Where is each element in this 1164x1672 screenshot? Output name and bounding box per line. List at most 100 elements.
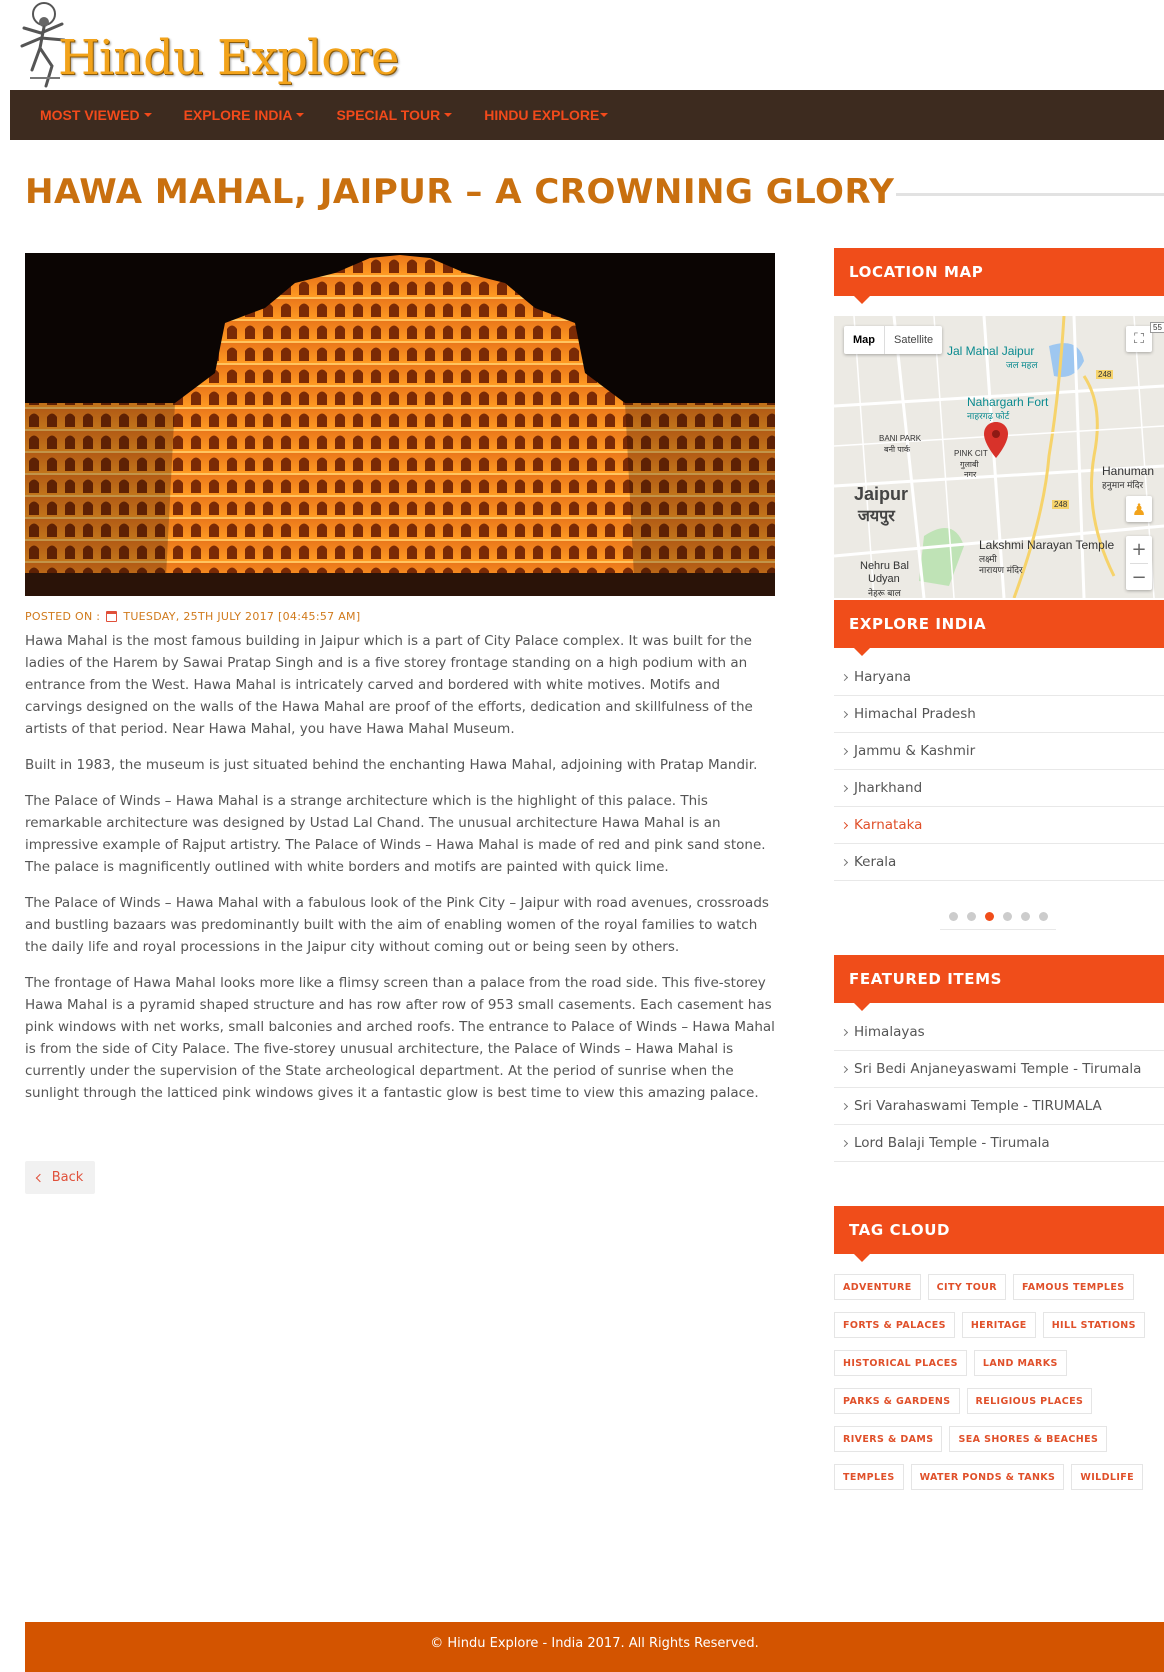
article-paragraph: Hawa Mahal is the most famous building i… [25,633,753,737]
tag-cloud-heading: TAG CLOUD [834,1206,1164,1262]
explore-india-list: Haryana Himachal Pradesh Jammu & Kashmir… [834,659,1164,881]
map-label-jal-mahal: Jal Mahal Jaipur [947,344,1035,358]
map-label-jal-mahal-hi: जल महल [1006,360,1038,370]
map-label-nehru-hi: नेहरू बाल [868,588,901,598]
explore-india-heading: EXPLORE INDIA [834,600,1164,656]
site-footer: © Hindu Explore - India 2017. All Rights… [25,1622,1164,1672]
carousel-dot[interactable] [1038,912,1048,921]
tag-cloud: ADVENTURE CITY TOUR FAMOUS TEMPLES FORTS… [834,1274,1164,1490]
caret-down-icon [600,113,609,117]
explore-item-jammu-kashmir[interactable]: Jammu & Kashmir [834,733,1164,770]
tag-link[interactable]: SEA SHORES & BEACHES [949,1426,1108,1452]
map-label-pink-city: PINK CIT [954,449,988,458]
tag-link[interactable]: ADVENTURE [834,1274,921,1300]
tag-link[interactable]: HERITAGE [961,1312,1036,1338]
map-label-nahargarh-hi: नाहरगढ़ फोर्ट [967,411,1010,421]
carousel-dot-active[interactable] [984,912,994,921]
tag-link[interactable]: HILL STATIONS [1042,1312,1145,1338]
carousel-dot[interactable] [1002,912,1012,921]
carousel-dot[interactable] [966,912,976,921]
nav-label: SPECIAL TOUR [336,107,441,123]
list-item-label: Himachal Pradesh [854,706,976,722]
map-label-hanuman-hi: हनुमान मंदिर [1102,480,1144,490]
main-navbar: MOST VIEWED EXPLORE INDIA SPECIAL TOUR H… [10,90,1164,140]
list-item-label: Haryana [854,669,912,685]
chevron-right-icon [840,1139,849,1147]
carousel-dot[interactable] [948,912,958,921]
tag-link[interactable]: FORTS & PALACES [834,1312,955,1338]
tag-link[interactable]: FAMOUS TEMPLES [1013,1274,1134,1300]
featured-item[interactable]: Lord Balaji Temple - Tirumala [834,1125,1164,1162]
list-item-label: Sri Bedi Anjaneyaswami Temple - Tirumala [854,1061,1142,1077]
back-label: Back [51,1170,84,1185]
explore-item-kerala[interactable]: Kerala [834,844,1164,881]
chevron-right-icon [840,858,849,866]
map-tab-satellite[interactable]: Satellite [885,326,942,354]
featured-item[interactable]: Sri Varahaswami Temple - TIRUMALA [834,1088,1164,1125]
featured-item[interactable]: Sri Bedi Anjaneyaswami Temple - Tirumala [834,1051,1164,1088]
list-item-label: Kerala [854,854,897,870]
palace-illustration [25,253,775,596]
tag-link[interactable]: TEMPLES [834,1464,904,1490]
tag-link[interactable]: CITY TOUR [927,1274,1006,1300]
map-label-hanuman: Hanuman [1102,464,1155,478]
list-item-label: Sri Varahaswami Temple - TIRUMALA [854,1098,1102,1114]
nav-explore-india[interactable]: EXPLORE INDIA [184,107,305,123]
title-divider [896,193,1164,196]
nav-most-viewed[interactable]: MOST VIEWED [40,107,152,123]
zoom-in-button[interactable]: + [1131,536,1146,563]
chevron-right-icon [840,1028,849,1036]
posted-label: POSTED ON : [25,610,101,623]
explore-item-haryana[interactable]: Haryana [834,659,1164,696]
road-badge: 248 [1096,370,1114,379]
map-pin-icon[interactable] [984,422,1008,458]
explore-item-karnataka[interactable]: Karnataka [834,807,1164,844]
article-paragraph: The Palace of Winds – Hawa Mahal with a … [25,895,769,955]
article-body: Hawa Mahal is the most famous building i… [25,630,780,1118]
location-map[interactable]: Map Satellite ⛶ Jal Mahal Jaipur जल महल … [834,316,1164,598]
explore-item-jharkhand[interactable]: Jharkhand [834,770,1164,807]
nav-label: HINDU EXPLORE [484,107,600,123]
caret-down-icon [143,113,152,117]
chevron-left-icon [35,1173,44,1182]
map-label-jaipur: Jaipur [854,484,909,504]
article-paragraph: The frontage of Hawa Mahal looks more li… [25,975,775,1101]
fullscreen-icon[interactable]: ⛶ [1126,326,1152,352]
tag-link[interactable]: HISTORICAL PLACES [834,1350,967,1376]
list-item-label: Jammu & Kashmir [854,743,976,759]
map-label-nahargarh: Nahargarh Fort [967,395,1049,409]
road-badge: 248 [1052,500,1070,509]
nav-special-tour[interactable]: SPECIAL TOUR [336,107,453,123]
map-label-bani-park-hi: बनी पार्क [884,445,911,454]
tag-link[interactable]: WILDLIFE [1071,1464,1144,1490]
tag-link[interactable]: RELIGIOUS PLACES [966,1388,1093,1414]
back-button[interactable]: Back [25,1161,95,1194]
featured-items-heading: FEATURED ITEMS [834,955,1164,1011]
map-tab-map[interactable]: Map [844,326,885,354]
map-label-lakshmi: Lakshmi Narayan Temple [979,538,1115,552]
map-label-nehru: Nehru Bal [860,560,909,572]
map-label-pink-city-hi2: नगर [964,470,977,479]
tag-link[interactable]: WATER PONDS & TANKS [910,1464,1065,1490]
chevron-right-icon [840,673,849,681]
nav-hindu-explore[interactable]: HINDU EXPLORE [484,107,609,123]
list-item-label: Karnataka [854,817,923,833]
zoom-controls: + − [1126,536,1152,590]
tag-link[interactable]: RIVERS & DAMS [834,1426,943,1452]
zoom-out-button[interactable]: − [1130,563,1148,590]
post-meta: POSTED ON : TUESDAY, 25TH JULY 2017 [04:… [25,610,360,623]
street-view-pegman-icon[interactable]: ♟ [1126,496,1152,522]
map-type-tabs: Map Satellite [844,326,943,354]
list-item-label: Lord Balaji Temple - Tirumala [854,1135,1050,1151]
carousel-pagination [940,908,1056,930]
list-item-label: Himalayas [854,1024,925,1040]
carousel-dot[interactable] [1020,912,1030,921]
featured-item[interactable]: Himalayas [834,1014,1164,1051]
tag-link[interactable]: PARKS & GARDENS [834,1388,960,1414]
explore-item-himachal-pradesh[interactable]: Himachal Pradesh [834,696,1164,733]
tag-link[interactable]: LAND MARKS [973,1350,1067,1376]
featured-items-list: Himalayas Sri Bedi Anjaneyaswami Temple … [834,1014,1164,1162]
site-logo[interactable]: Hindu Explore [10,0,399,90]
chevron-right-icon [840,747,849,755]
heading-label: EXPLORE INDIA [849,615,987,633]
